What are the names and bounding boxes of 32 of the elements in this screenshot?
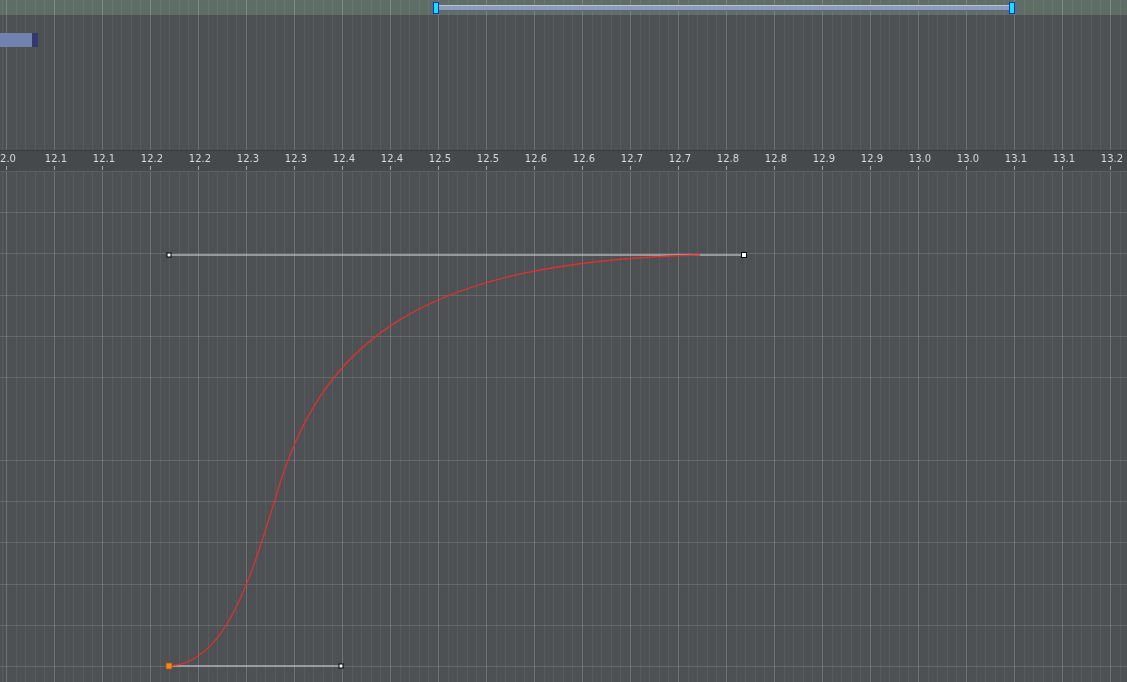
ruler-label: 13.0 bbox=[955, 152, 981, 166]
ruler-label: 12.9 bbox=[811, 152, 837, 166]
range-track[interactable] bbox=[439, 4, 1009, 11]
keyframe[interactable] bbox=[165, 662, 173, 670]
tangent-handle[interactable] bbox=[338, 663, 344, 669]
ruler-label: 12.7 bbox=[667, 152, 693, 166]
ruler-label: 12.5 bbox=[475, 152, 501, 166]
ruler-label: 13.1 bbox=[1051, 152, 1077, 166]
ruler-label: 13.2 bbox=[1099, 152, 1125, 166]
ruler-label: 12.6 bbox=[523, 152, 549, 166]
ruler-label: 12.4 bbox=[379, 152, 405, 166]
range-start-handle[interactable] bbox=[433, 1, 439, 14]
ruler-label: 12.2 bbox=[139, 152, 165, 166]
range-end-handle[interactable] bbox=[1009, 1, 1015, 14]
ruler-label: 12.2 bbox=[187, 152, 213, 166]
ruler-label: 12.8 bbox=[715, 152, 741, 166]
ruler-label: 12.7 bbox=[619, 152, 645, 166]
ruler-label: 12.9 bbox=[859, 152, 885, 166]
ruler-label: 12.4 bbox=[331, 152, 357, 166]
ruler-label: 12.3 bbox=[283, 152, 309, 166]
tangent-handle[interactable] bbox=[741, 252, 747, 258]
ruler-label: 12.3 bbox=[235, 152, 261, 166]
tangent-handle[interactable] bbox=[166, 252, 172, 258]
ruler-label: 12.1 bbox=[91, 152, 117, 166]
ruler-label: 12.5 bbox=[427, 152, 453, 166]
ruler-label: 13.1 bbox=[1003, 152, 1029, 166]
ruler-label: 12.8 bbox=[763, 152, 789, 166]
clip-bar[interactable] bbox=[0, 33, 38, 47]
ruler-label: 13.0 bbox=[907, 152, 933, 166]
ruler-label: 2.0 bbox=[0, 152, 17, 166]
ruler-label: 12.1 bbox=[43, 152, 69, 166]
ruler-label: 12.6 bbox=[571, 152, 597, 166]
